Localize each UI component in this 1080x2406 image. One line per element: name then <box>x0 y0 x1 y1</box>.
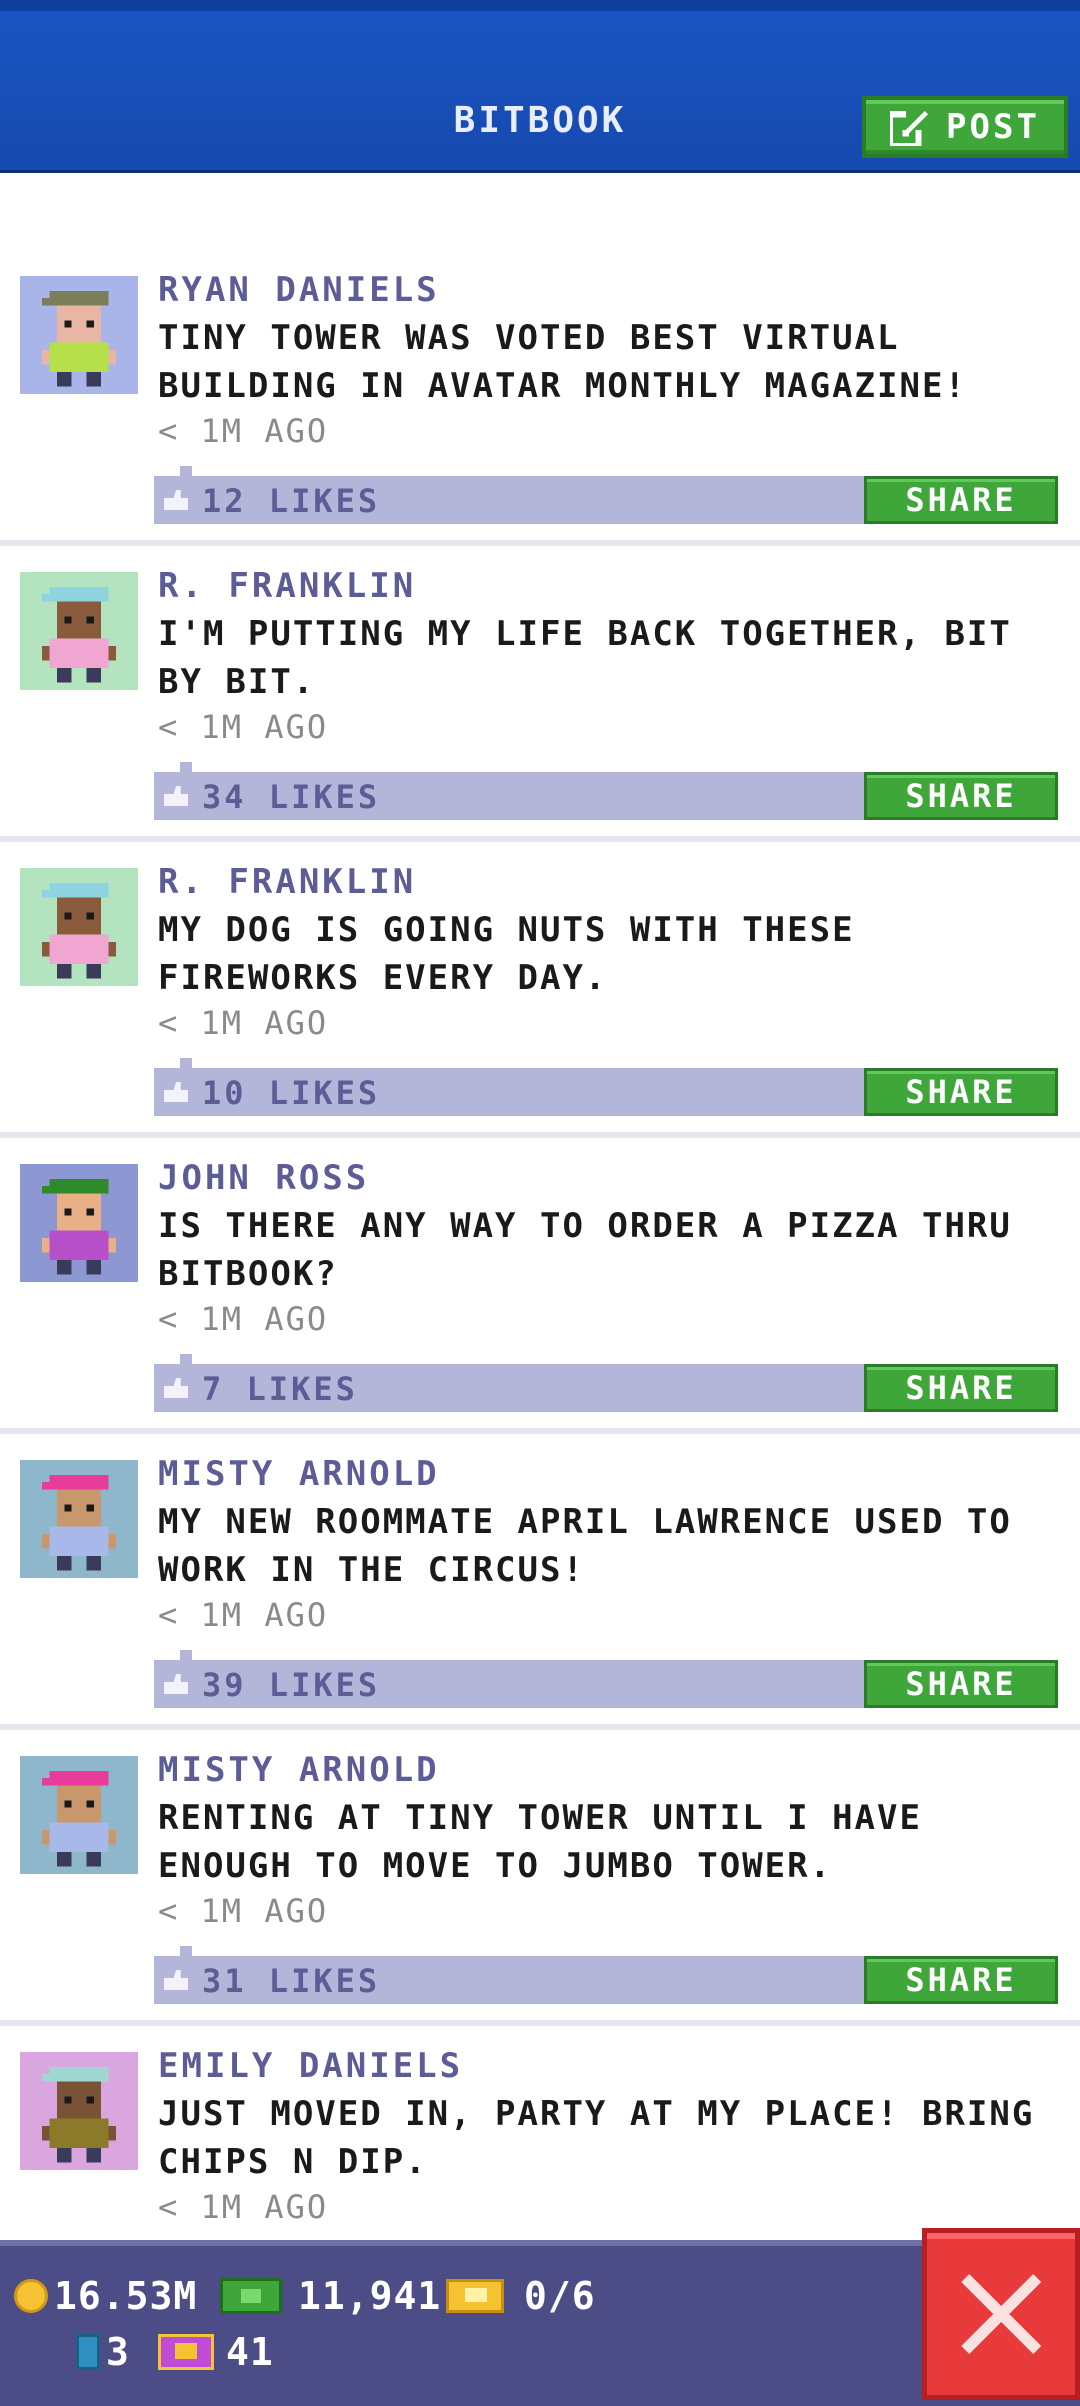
post-message: TINY TOWER WAS VOTED BEST VIRTUAL BUILDI… <box>158 318 967 406</box>
post-time: < 1M AGO <box>158 1892 329 1930</box>
avatar[interactable] <box>20 276 138 394</box>
like-bar-notch <box>180 1058 192 1068</box>
like-bar-notch <box>180 1650 192 1660</box>
feed-post: MISTY ARNOLD RENTING AT TINY TOWER UNTIL… <box>0 1730 1080 2026</box>
post-button-label: POST <box>946 107 1040 147</box>
tickets-stat: 0/6 <box>446 2274 596 2318</box>
feed-post: JOHN ROSS IS THERE ANY WAY TO ORDER A PI… <box>0 1138 1080 1434</box>
bux-items-value: 3 <box>106 2330 130 2374</box>
avatar-sprite <box>20 276 138 394</box>
post-message: MY DOG IS GOING NUTS WITH THESE FIREWORK… <box>158 910 855 998</box>
app-header: BITBOOK POST <box>0 0 1080 173</box>
post-time: < 1M AGO <box>158 2188 329 2226</box>
post-author[interactable]: MISTY ARNOLD <box>158 1454 440 1494</box>
share-button[interactable]: SHARE <box>864 772 1058 820</box>
coins-stat: 16.53M <box>14 2274 197 2318</box>
post-author[interactable]: R. FRANKLIN <box>158 566 416 606</box>
share-button[interactable]: SHARE <box>864 1956 1058 2004</box>
like-bar[interactable]: 7 LIKES <box>154 1354 864 1412</box>
post-time: < 1M AGO <box>158 1596 329 1634</box>
coin-icon <box>14 2279 48 2313</box>
feed-list[interactable]: RYAN DANIELS TINY TOWER WAS VOTED BEST V… <box>0 250 1080 2322</box>
post-message: I'M PUTTING MY LIFE BACK TOGETHER, BIT B… <box>158 614 1012 702</box>
like-bar[interactable]: 39 LIKES <box>154 1650 864 1708</box>
close-button[interactable] <box>922 2228 1080 2400</box>
post-message: JUST MOVED IN, PARTY AT MY PLACE! BRING … <box>158 2094 1035 2182</box>
post-author[interactable]: RYAN DANIELS <box>158 270 440 310</box>
avatar[interactable] <box>20 1460 138 1578</box>
edit-icon <box>890 108 929 146</box>
post-author[interactable]: EMILY DANIELS <box>158 2046 463 2086</box>
bux-icon <box>76 2334 100 2370</box>
post-time: < 1M AGO <box>158 412 329 450</box>
tickets-value: 0/6 <box>524 2274 596 2318</box>
ticket-icon <box>446 2279 504 2313</box>
coins-value: 16.53M <box>54 2274 198 2318</box>
likes-count: 12 LIKES <box>202 482 381 520</box>
thumb-icon <box>164 490 188 510</box>
like-bar[interactable]: 12 LIKES <box>154 466 864 524</box>
share-button[interactable]: SHARE <box>864 1068 1058 1116</box>
post-message: IS THERE ANY WAY TO ORDER A PIZZA THRU B… <box>158 1206 1012 1294</box>
thumb-icon <box>164 1378 188 1398</box>
feed-post: RYAN DANIELS TINY TOWER WAS VOTED BEST V… <box>0 250 1080 546</box>
share-button[interactable]: SHARE <box>864 476 1058 524</box>
thumb-icon <box>164 1970 188 1990</box>
avatar-sprite <box>20 1756 138 1874</box>
thumb-icon <box>164 1082 188 1102</box>
like-bar-notch <box>180 1354 192 1364</box>
post-time: < 1M AGO <box>158 708 329 746</box>
post-author[interactable]: JOHN ROSS <box>158 1158 369 1198</box>
avatar[interactable] <box>20 1756 138 1874</box>
bux-items-stat: 3 <box>76 2330 130 2374</box>
avatar-sprite <box>20 868 138 986</box>
bitbux-stat: 41 <box>158 2330 274 2374</box>
post-message: MY NEW ROOMMATE APRIL LAWRENCE USED TO W… <box>158 1502 1012 1590</box>
avatar-sprite <box>20 572 138 690</box>
post-author[interactable]: MISTY ARNOLD <box>158 1750 440 1790</box>
feed-post: R. FRANKLIN MY DOG IS GOING NUTS WITH TH… <box>0 842 1080 1138</box>
cash-value: 11,941 <box>298 2274 442 2318</box>
cash-stat: 11,941 <box>220 2274 441 2318</box>
cash-icon <box>220 2278 282 2314</box>
like-bar[interactable]: 34 LIKES <box>154 762 864 820</box>
likes-count: 34 LIKES <box>202 778 381 816</box>
avatar[interactable] <box>20 2052 138 2170</box>
share-button[interactable]: SHARE <box>864 1660 1058 1708</box>
like-bar-notch <box>180 762 192 772</box>
like-bar-notch <box>180 466 192 476</box>
like-bar-notch <box>180 1946 192 1956</box>
avatar-sprite <box>20 1460 138 1578</box>
feed-post: R. FRANKLIN I'M PUTTING MY LIFE BACK TOG… <box>0 546 1080 842</box>
status-bar: 16.53M 11,941 0/6 3 41 <box>0 2240 1080 2406</box>
avatar-sprite <box>20 1164 138 1282</box>
avatar[interactable] <box>20 572 138 690</box>
bitbux-icon <box>158 2334 214 2370</box>
feed-post: MISTY ARNOLD MY NEW ROOMMATE APRIL LAWRE… <box>0 1434 1080 1730</box>
likes-count: 31 LIKES <box>202 1962 381 2000</box>
close-icon <box>961 2274 1041 2354</box>
post-time: < 1M AGO <box>158 1300 329 1338</box>
avatar[interactable] <box>20 1164 138 1282</box>
like-bar[interactable]: 10 LIKES <box>154 1058 864 1116</box>
likes-count: 39 LIKES <box>202 1666 381 1704</box>
thumb-icon <box>164 1674 188 1694</box>
post-time: < 1M AGO <box>158 1004 329 1042</box>
post-button[interactable]: POST <box>862 96 1068 158</box>
like-bar[interactable]: 31 LIKES <box>154 1946 864 2004</box>
likes-count: 10 LIKES <box>202 1074 381 1112</box>
thumb-icon <box>164 786 188 806</box>
likes-count: 7 LIKES <box>202 1370 358 1408</box>
bitbux-value: 41 <box>226 2330 274 2374</box>
avatar[interactable] <box>20 868 138 986</box>
share-button[interactable]: SHARE <box>864 1364 1058 1412</box>
avatar-sprite <box>20 2052 138 2170</box>
post-author[interactable]: R. FRANKLIN <box>158 862 416 902</box>
post-message: RENTING AT TINY TOWER UNTIL I HAVE ENOUG… <box>158 1798 922 1886</box>
